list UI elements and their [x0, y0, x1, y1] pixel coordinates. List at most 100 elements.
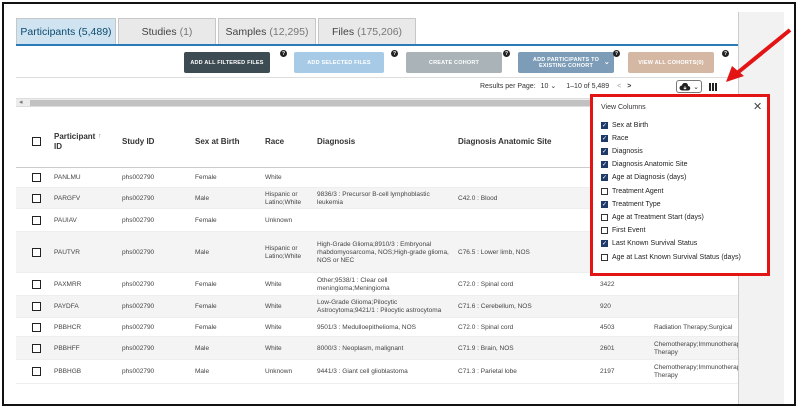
table-row[interactable]: PAXMRR phs002790 Female White Other;9538/1 :…	[16, 273, 738, 296]
tab-bar: Participants (5,489) Studies (1) Samples…	[16, 18, 418, 44]
cell-diagnosis: Other;9538/1 : Clear cell meningioma;Men…	[317, 276, 390, 292]
cell-study-id: phs002790	[122, 344, 155, 352]
add-participants-to-cohort-button[interactable]: ADD PARTICIPANTS TO EXISTING COHORT ⌄	[518, 52, 614, 73]
column-option[interactable]: ✓ Age at Diagnosis (days)	[601, 173, 686, 183]
tab-participants[interactable]: Participants (5,489)	[16, 18, 116, 44]
table-row[interactable]: PBBHCR phs002790 Female White 9501/3 : Medul…	[16, 318, 738, 337]
checkbox-checked-icon[interactable]: ✓	[601, 134, 608, 142]
column-diagnosis[interactable]: Diagnosis	[317, 137, 355, 147]
create-cohort-button[interactable]: CREATE COHORT	[406, 52, 502, 73]
cell-diagnosis: 9441/3 : Giant cell glioblastoma	[317, 368, 408, 375]
add-all-filtered-files-button[interactable]: ADD ALL FILTERED FILES	[184, 52, 270, 73]
page-range: 1–10 of 5,489	[566, 82, 610, 90]
checkbox-empty-icon[interactable]	[601, 227, 608, 235]
column-race[interactable]: Race	[265, 137, 284, 147]
next-page-button[interactable]: >	[627, 83, 631, 90]
tab-count: (175,206)	[357, 25, 403, 38]
column-option[interactable]: ✓ Diagnosis	[601, 146, 643, 156]
view-columns-icon[interactable]	[709, 83, 718, 91]
tab-files[interactable]: Files (175,206)	[318, 18, 416, 44]
popup-title: View Columns	[601, 104, 646, 111]
checkbox-checked-icon[interactable]: ✓	[601, 240, 608, 248]
row-checkbox[interactable]	[32, 247, 41, 257]
cell-sex: Female	[195, 174, 217, 181]
column-option[interactable]: Treatment Agent	[601, 186, 664, 196]
help-icon[interactable]: ?	[613, 50, 620, 57]
download-button[interactable]: ⌄	[676, 80, 702, 93]
cell-race: White	[265, 174, 282, 181]
row-checkbox[interactable]	[32, 279, 41, 289]
sort-arrow-icon[interactable]: ↑	[98, 132, 102, 142]
table-row[interactable]: PBBHFF phs002790 Male White 8000/3 : Neoplas…	[16, 337, 738, 360]
prev-page-button[interactable]: <	[617, 83, 621, 90]
cell-age-at-diagnosis: 3422	[600, 280, 615, 288]
checkbox-empty-icon[interactable]	[601, 187, 608, 195]
column-study-id[interactable]: Study ID	[122, 137, 154, 147]
cell-study-id: phs002790	[122, 368, 155, 375]
tab-label: Participants	[20, 25, 76, 38]
checkbox-empty-icon[interactable]	[601, 253, 608, 261]
tab-count: (5,489)	[78, 25, 112, 38]
cell-race: Unknown	[265, 216, 293, 224]
row-checkbox[interactable]	[32, 193, 41, 203]
add-participants-label: ADD PARTICIPANTS TO EXISTING COHORT	[532, 56, 600, 69]
row-checkbox[interactable]	[32, 322, 41, 332]
cell-anatomic-site	[458, 209, 588, 232]
tab-samples[interactable]: Samples (12,295)	[218, 18, 316, 44]
cell-study-id: phs002790	[122, 216, 155, 224]
cell-diagnosis: 9836/3 : Precursor B-cell lymphoblastic …	[317, 190, 430, 206]
tab-label: Studies	[141, 25, 177, 38]
help-icon[interactable]: ?	[391, 50, 398, 57]
cell-participant-id: PAUIAV	[54, 216, 77, 224]
row-checkbox[interactable]	[32, 215, 41, 225]
row-checkbox[interactable]	[32, 302, 41, 311]
cell-treatment-type: Chemotherapy;Immunotherapy Therapy	[654, 340, 738, 356]
cell-anatomic-site: C71.3 : Parietal lobe	[458, 368, 517, 375]
cell-participant-id: PARGFV	[54, 194, 81, 202]
column-option[interactable]: Age at Treatment Start (days)	[601, 212, 704, 222]
row-checkbox[interactable]	[32, 173, 41, 182]
checkbox-checked-icon[interactable]: ✓	[601, 147, 608, 155]
checkbox-checked-icon[interactable]: ✓	[601, 174, 608, 182]
checkbox-empty-icon[interactable]	[601, 213, 608, 221]
checkbox-checked-icon[interactable]: ✓	[601, 200, 608, 208]
per-page-select[interactable]: 10 ⌄	[541, 82, 557, 90]
cell-anatomic-site: C72.0 : Spinal cord	[458, 280, 514, 288]
column-option[interactable]: First Event	[601, 226, 645, 236]
column-sex-at-birth[interactable]: Sex at Birth	[195, 137, 239, 147]
column-option-label: Age at Diagnosis (days)	[612, 174, 687, 182]
cell-race: White	[265, 303, 282, 310]
cell-sex: Female	[195, 216, 217, 224]
help-icon[interactable]: ?	[280, 50, 287, 57]
cell-treatment-type: Chemotherapy;Immunotherapy Therapy	[654, 364, 738, 379]
column-anatomic-site[interactable]: Diagnosis Anatomic Site	[458, 137, 552, 147]
tab-studies[interactable]: Studies (1)	[118, 18, 216, 44]
view-all-cohorts-button[interactable]: VIEW ALL COHORTS(0)	[628, 52, 714, 73]
checkbox-checked-icon[interactable]: ✓	[601, 161, 608, 169]
column-option[interactable]: Age at Last Known Survival Status (days)	[601, 252, 741, 262]
row-checkbox[interactable]	[32, 367, 41, 376]
column-option[interactable]: ✓ Last Known Survival Status	[601, 239, 697, 249]
row-checkbox[interactable]	[32, 343, 41, 353]
column-option-label: First Event	[612, 227, 646, 235]
table-row[interactable]: PBBHGB phs002790 Male Unknown 9441/3 : Giant…	[16, 360, 738, 384]
help-icon[interactable]: ?	[503, 50, 510, 57]
column-option[interactable]: ✓ Diagnosis Anatomic Site	[601, 160, 687, 170]
column-participant-id[interactable]: Participant ID	[54, 132, 104, 152]
cell-sex: Male	[195, 248, 210, 256]
checkbox-checked-icon[interactable]: ✓	[601, 121, 608, 129]
column-option[interactable]: ✓ Sex at Birth	[601, 120, 648, 130]
cell-race: Hispanic or Latino;White	[265, 244, 302, 260]
column-option[interactable]: ✓ Treatment Type	[601, 199, 661, 209]
cell-diagnosis: 8000/3 : Neoplasm, malignant	[317, 344, 404, 352]
add-selected-files-button[interactable]: ADD SELECTED FILES	[294, 52, 384, 73]
select-all-checkbox[interactable]	[32, 137, 41, 146]
table-row[interactable]: PAYDFA phs002790 Female White Low-Grade Glio…	[16, 296, 738, 318]
scroll-left-icon[interactable]: ◂	[19, 99, 23, 107]
cell-participant-id: PBBHCR	[54, 323, 82, 331]
cell-anatomic-site: C71.6 : Cerebellum, NOS	[458, 303, 532, 310]
scrollbar-thumb[interactable]	[30, 100, 630, 106]
close-icon[interactable]: ✕	[753, 100, 762, 113]
annotation-arrow	[726, 28, 792, 82]
column-option[interactable]: ✓ Race	[601, 133, 628, 143]
